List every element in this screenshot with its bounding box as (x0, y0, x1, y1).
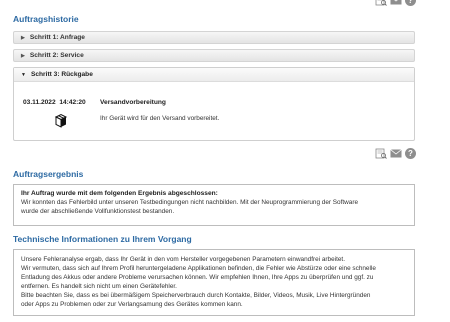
top-toolbar: ? (375, 0, 416, 6)
package-icon (54, 113, 68, 128)
tech-info-line: Entladung des Akkus oder andere Probleme… (21, 274, 374, 281)
result-box: Ihr Auftrag wurde mit dem folgenden Erge… (13, 184, 415, 226)
result-title: Auftragsergebnis (13, 169, 84, 179)
event-title: Versandvorbereitung (100, 99, 166, 106)
tech-info-line: Unsere Fehleranalyse ergab, dass Ihr Ger… (21, 256, 345, 263)
step-3-panel: ▼ Schritt 3: Rückgabe 03.11.2022 14:42:2… (13, 67, 415, 141)
event-date: 03.11.2022 (23, 99, 56, 106)
print-preview-icon[interactable] (375, 148, 387, 159)
result-line-1: Wir konnten das Fehlerbild unter unseren… (21, 199, 359, 206)
mail-icon[interactable] (390, 149, 402, 158)
event-datetime: 03.11.2022 14:42:20 (23, 99, 86, 106)
result-heading: Ihr Auftrag wurde mit dem folgenden Erge… (21, 190, 218, 197)
tech-info-title: Technische Informationen zu Ihrem Vorgan… (13, 234, 192, 244)
chevron-right-icon: ▶ (21, 52, 25, 59)
step-1-label: Schritt 1: Anfrage (29, 34, 85, 41)
chevron-right-icon: ▶ (21, 34, 25, 41)
event-time: 14:42:20 (59, 99, 86, 106)
event-description: Ihr Gerät wird für den Versand vorbereit… (100, 115, 220, 122)
tech-info-line: Wir vermuten, dass sich auf Ihrem Profil… (21, 265, 376, 272)
chevron-down-icon: ▼ (21, 71, 26, 78)
help-icon[interactable]: ? (405, 0, 416, 6)
tech-info-box: Unsere Fehleranalyse ergab, dass Ihr Ger… (13, 249, 415, 316)
history-title: Auftragshistorie (13, 14, 79, 24)
mail-icon[interactable] (390, 0, 402, 5)
step-2-toggle[interactable]: ▶ Schritt 2: Service (13, 49, 415, 62)
tech-info-line: Bitte beachten Sie, dass es bei übermäßi… (21, 292, 371, 299)
step-3-toggle[interactable]: ▼ Schritt 3: Rückgabe (14, 68, 414, 82)
step-1-toggle[interactable]: ▶ Schritt 1: Anfrage (13, 31, 415, 44)
history-toolbar: ? (375, 148, 416, 159)
step-2-label: Schritt 2: Service (29, 52, 84, 59)
tech-info-line: entfernen. Es handelt sich nicht um eine… (21, 283, 177, 290)
print-preview-icon[interactable] (375, 0, 387, 6)
result-line-2: wurde der abschließende Vollfunktionstes… (21, 208, 175, 215)
step-3-label: Schritt 3: Rückgabe (30, 71, 93, 78)
help-icon[interactable]: ? (405, 148, 416, 159)
tech-info-line: oder Apps zu Problemen oder zur Verlangs… (21, 301, 243, 308)
